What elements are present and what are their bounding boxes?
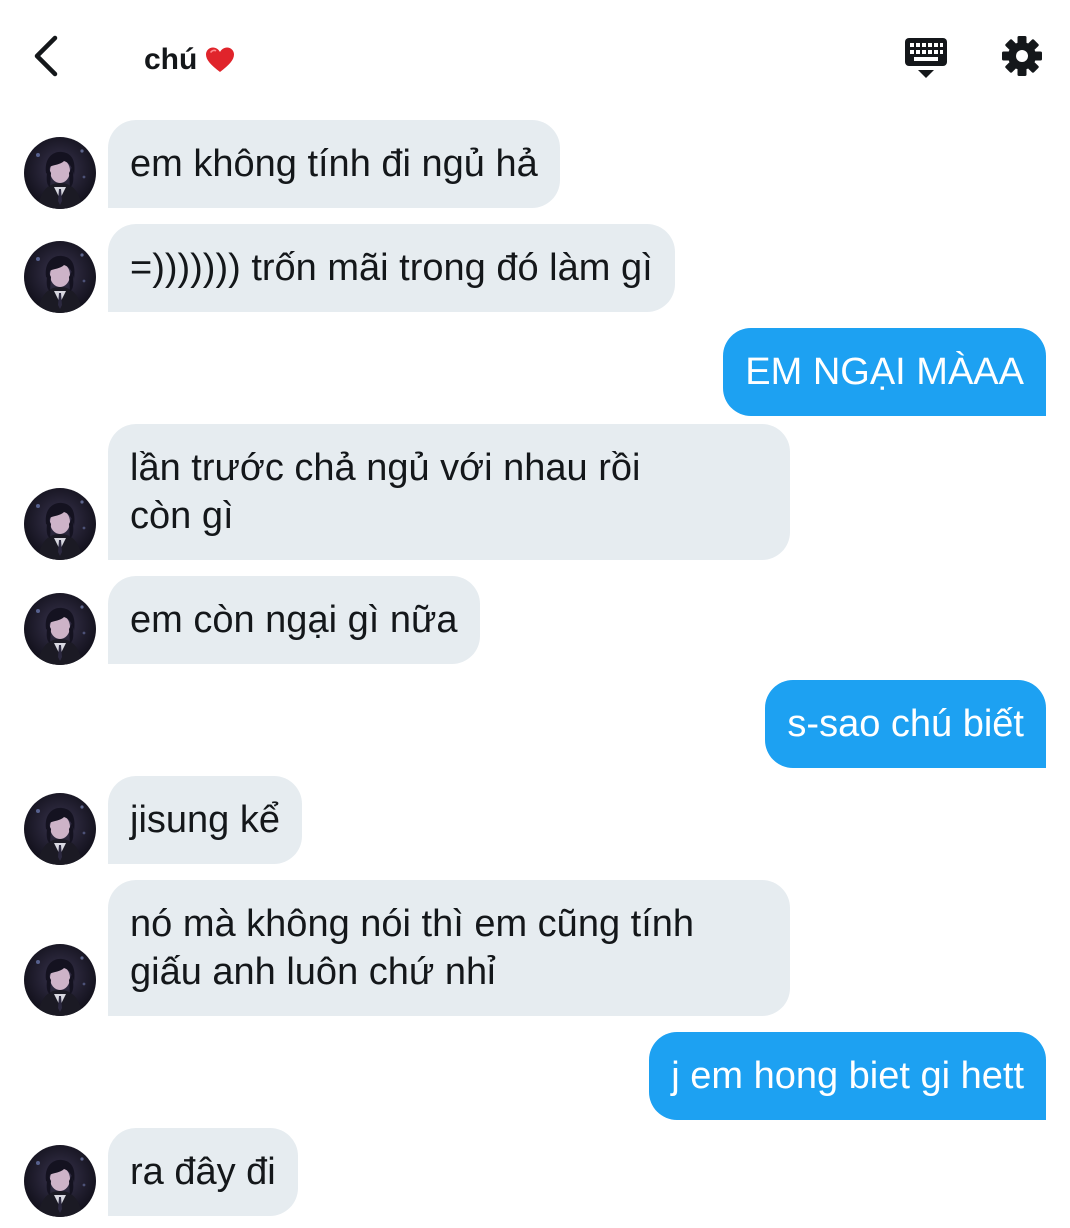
keyboard-button[interactable] xyxy=(902,34,950,82)
back-button[interactable] xyxy=(22,30,70,82)
message-text-line: nó mà không nói thì em cũng tính xyxy=(130,903,695,945)
conversation-title: chú xyxy=(144,40,235,80)
message-bubble-incoming[interactable]: em không tính đi ngủ hả xyxy=(108,120,560,208)
message-text: j em hong biet gi hett xyxy=(671,1055,1024,1097)
avatar[interactable] xyxy=(24,593,96,665)
message-row-outgoing: s-sao chú biết xyxy=(0,680,1070,770)
message-row-incoming: em còn ngại gì nữa xyxy=(0,576,1070,666)
message-row-incoming: jisung kể xyxy=(0,776,1070,866)
heart-icon xyxy=(206,47,235,72)
message-bubble-incoming[interactable]: ra đây đi xyxy=(108,1128,298,1216)
message-text: =))))))) trốn mãi trong đó làm gì xyxy=(130,247,653,289)
keyboard-icon xyxy=(905,38,947,78)
message-text: jisung kể xyxy=(130,799,280,841)
message-bubble-outgoing[interactable]: s-sao chú biết xyxy=(765,680,1046,768)
message-text: em còn ngại gì nữa xyxy=(130,599,458,641)
message-text: EM NGẠI MÀAA xyxy=(745,351,1024,393)
message-row-incoming: em không tính đi ngủ hả xyxy=(0,120,1070,210)
message-bubble-incoming[interactable]: lần trước chả ngủ với nhau rồi còn gì xyxy=(108,424,790,560)
message-bubble-outgoing[interactable]: EM NGẠI MÀAA xyxy=(723,328,1046,416)
settings-button[interactable] xyxy=(998,32,1046,80)
gear-icon xyxy=(1002,36,1042,76)
message-row-incoming: ra đây đi xyxy=(0,1128,1070,1218)
avatar[interactable] xyxy=(24,793,96,865)
contact-name: chú xyxy=(144,43,198,76)
avatar[interactable] xyxy=(24,1145,96,1217)
message-bubble-incoming[interactable]: em còn ngại gì nữa xyxy=(108,576,480,664)
message-text-line: lần trước chả ngủ với nhau rồi xyxy=(130,447,641,489)
message-row-incoming: lần trước chả ngủ với nhau rồi còn gì xyxy=(0,424,1070,562)
message-text-line: giấu anh luôn chứ nhỉ xyxy=(130,951,496,993)
message-bubble-incoming[interactable]: =))))))) trốn mãi trong đó làm gì xyxy=(108,224,675,312)
message-text-line: còn gì xyxy=(130,495,234,537)
message-text: s-sao chú biết xyxy=(787,703,1024,745)
avatar[interactable] xyxy=(24,241,96,313)
message-row-incoming: =))))))) trốn mãi trong đó làm gì xyxy=(0,224,1070,314)
message-bubble-incoming[interactable]: nó mà không nói thì em cũng tính giấu an… xyxy=(108,880,790,1016)
message-text: ra đây đi xyxy=(130,1151,276,1193)
message-text: em không tính đi ngủ hả xyxy=(130,143,538,185)
chat-header: chú xyxy=(0,0,1070,110)
chevron-left-icon xyxy=(34,35,58,77)
message-row-incoming: nó mà không nói thì em cũng tính giấu an… xyxy=(0,880,1070,1018)
avatar[interactable] xyxy=(24,488,96,560)
message-row-outgoing: j em hong biet gi hett xyxy=(0,1032,1070,1122)
avatar[interactable] xyxy=(24,944,96,1016)
message-bubble-incoming[interactable]: jisung kể xyxy=(108,776,302,864)
message-row-outgoing: EM NGẠI MÀAA xyxy=(0,328,1070,418)
message-bubble-outgoing[interactable]: j em hong biet gi hett xyxy=(649,1032,1046,1120)
avatar[interactable] xyxy=(24,137,96,209)
